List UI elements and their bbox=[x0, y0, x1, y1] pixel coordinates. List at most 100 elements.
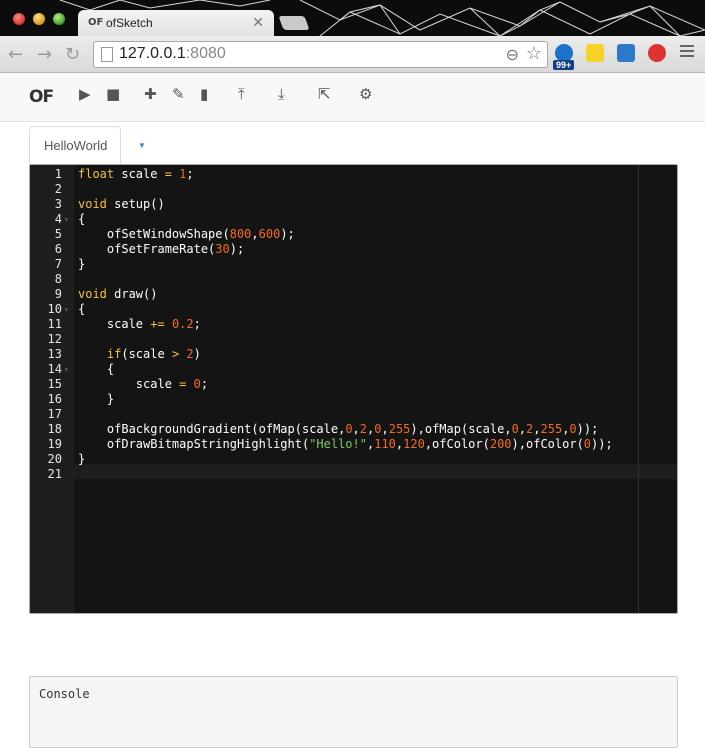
fold-arrow-icon[interactable]: ▾ bbox=[64, 302, 69, 317]
code-text: ofSetFrameRate(30); bbox=[78, 242, 244, 257]
code-line[interactable]: 19 ofDrawBitmapStringHighlight("Hello!",… bbox=[30, 437, 677, 452]
line-number: 3 bbox=[54, 197, 62, 211]
line-number: 6 bbox=[54, 242, 62, 256]
upload-icon[interactable]: ⤒ bbox=[238, 85, 245, 103]
code-line[interactable]: 2 bbox=[30, 182, 677, 197]
code-token: void bbox=[78, 287, 107, 301]
code-line[interactable]: 14 ▾ { bbox=[30, 362, 677, 377]
code-token: 255 bbox=[540, 422, 563, 436]
line-number: 4 bbox=[54, 212, 62, 226]
line-number: 15 bbox=[47, 377, 62, 391]
code-line[interactable]: 17 bbox=[30, 407, 677, 422]
close-window-button[interactable] bbox=[13, 13, 25, 25]
extension-icon-3[interactable] bbox=[617, 44, 635, 62]
tab-dropdown-icon[interactable]: ▼ bbox=[138, 141, 146, 150]
url-text[interactable]: 127.0.0.1:8080 bbox=[119, 45, 226, 63]
code-line[interactable]: 13 if(scale > 2) bbox=[30, 347, 677, 362]
code-text: { bbox=[78, 212, 85, 227]
code-line[interactable]: 6 ofSetFrameRate(30); bbox=[30, 242, 677, 257]
code-text: } bbox=[78, 257, 85, 272]
fold-arrow-icon[interactable]: ▾ bbox=[64, 362, 69, 377]
tab-close-icon[interactable]: ✕ bbox=[252, 14, 264, 31]
attach-icon[interactable]: ✎ bbox=[172, 85, 185, 103]
code-token: 2 bbox=[359, 422, 368, 436]
code-token: 2 bbox=[186, 347, 194, 361]
code-token: 110 bbox=[374, 437, 396, 451]
code-token: void bbox=[78, 197, 107, 211]
code-line[interactable]: 3 void setup() bbox=[30, 197, 677, 212]
code-line[interactable]: 16 } bbox=[30, 392, 677, 407]
file-icon[interactable]: ▮ bbox=[200, 85, 208, 103]
code-text: ofDrawBitmapStringHighlight("Hello!",110… bbox=[78, 437, 613, 452]
code-token: , bbox=[251, 227, 259, 241]
code-token: += bbox=[150, 317, 165, 331]
code-token: scale bbox=[78, 377, 180, 391]
code-token: scale bbox=[78, 317, 151, 331]
download-icon[interactable]: ⤓ bbox=[278, 85, 285, 103]
tab-helloworld[interactable]: HelloWorld bbox=[29, 126, 121, 165]
line-number: 1 bbox=[54, 167, 62, 181]
code-line[interactable]: 11 scale += 0.2; bbox=[30, 317, 677, 332]
code-line[interactable]: 7} bbox=[30, 257, 677, 272]
code-token: 0 bbox=[569, 422, 577, 436]
fold-arrow-icon[interactable]: ▾ bbox=[64, 212, 69, 227]
extension-icon-2[interactable] bbox=[586, 44, 604, 62]
code-token: } bbox=[78, 257, 86, 271]
code-token: 0.2 bbox=[171, 317, 194, 331]
new-tab-button[interactable] bbox=[278, 16, 310, 30]
code-text: scale = 0; bbox=[78, 377, 208, 392]
code-token: ofDrawBitmapStringHighlight( bbox=[78, 437, 310, 451]
code-editor[interactable]: 1 float scale = 1; 2 3 void setup() 4 ▾{5 ofSe… bbox=[29, 164, 678, 614]
code-line[interactable]: 5 ofSetWindowShape(800,600); bbox=[30, 227, 677, 242]
minimize-window-button[interactable] bbox=[33, 13, 45, 25]
code-line[interactable]: 15 scale = 0; bbox=[30, 377, 677, 392]
line-number: 19 bbox=[47, 437, 62, 451]
console-panel[interactable]: Console bbox=[29, 676, 678, 748]
code-text: void setup() bbox=[78, 197, 165, 212]
address-bar[interactable]: 127.0.0.1:8080 ⊖ ☆ bbox=[93, 41, 548, 68]
line-number: 12 bbox=[47, 332, 62, 346]
code-token: = bbox=[164, 167, 172, 181]
forward-arrow-icon[interactable]: → bbox=[37, 44, 52, 65]
code-token: , bbox=[352, 422, 360, 436]
page-icon bbox=[101, 47, 113, 62]
browser-menu-icon[interactable] bbox=[680, 45, 694, 60]
code-line[interactable]: 9 void draw() bbox=[30, 287, 677, 302]
code-line[interactable]: 1 float scale = 1; bbox=[30, 167, 677, 182]
code-token: ); bbox=[229, 242, 245, 256]
export-icon[interactable]: ⇱ bbox=[318, 85, 331, 103]
line-number: 9 bbox=[54, 287, 62, 301]
code-line[interactable]: 8 bbox=[30, 272, 677, 287]
code-token: , bbox=[518, 422, 527, 436]
code-text: if(scale > 2) bbox=[78, 347, 201, 362]
code-token: 0 bbox=[583, 437, 592, 451]
back-arrow-icon[interactable]: ← bbox=[8, 44, 23, 65]
code-token: ,ofColor( bbox=[424, 437, 490, 451]
line-number: 2 bbox=[54, 182, 62, 196]
code-text: { bbox=[78, 302, 85, 317]
bookmark-star-icon[interactable]: ☆ bbox=[526, 43, 542, 64]
reload-icon[interactable]: ↻ bbox=[65, 44, 80, 65]
code-line[interactable]: 10 ▾ { bbox=[30, 302, 677, 317]
code-line[interactable]: 18 ofBackgroundGradient(ofMap(scale,0,2,… bbox=[30, 422, 677, 437]
code-line[interactable]: 4 ▾ { bbox=[30, 212, 677, 227]
code-token: ; bbox=[200, 377, 209, 391]
stop-icon[interactable]: ■ bbox=[106, 85, 120, 103]
line-number: 11 bbox=[47, 317, 62, 331]
code-line[interactable]: 12 bbox=[30, 332, 677, 347]
line-number: 5 bbox=[54, 227, 62, 241]
zoom-window-button[interactable] bbox=[53, 13, 65, 25]
code-text: void draw() bbox=[78, 287, 157, 302]
code-line[interactable]: 21 bbox=[30, 467, 677, 482]
line-number: 21 bbox=[47, 467, 62, 481]
code-token: { bbox=[78, 302, 86, 316]
code-line[interactable]: 20} bbox=[30, 452, 677, 467]
add-icon[interactable]: ✚ bbox=[144, 85, 157, 103]
browser-titlebar: OF ofSketch ✕ bbox=[0, 0, 705, 36]
settings-icon[interactable]: ⚙ bbox=[359, 85, 372, 103]
extension-icon-4[interactable] bbox=[648, 44, 666, 62]
browser-tab[interactable]: OF ofSketch ✕ bbox=[78, 10, 274, 36]
zoom-icon[interactable]: ⊖ bbox=[506, 45, 519, 65]
play-icon[interactable]: ▶ bbox=[79, 85, 91, 103]
